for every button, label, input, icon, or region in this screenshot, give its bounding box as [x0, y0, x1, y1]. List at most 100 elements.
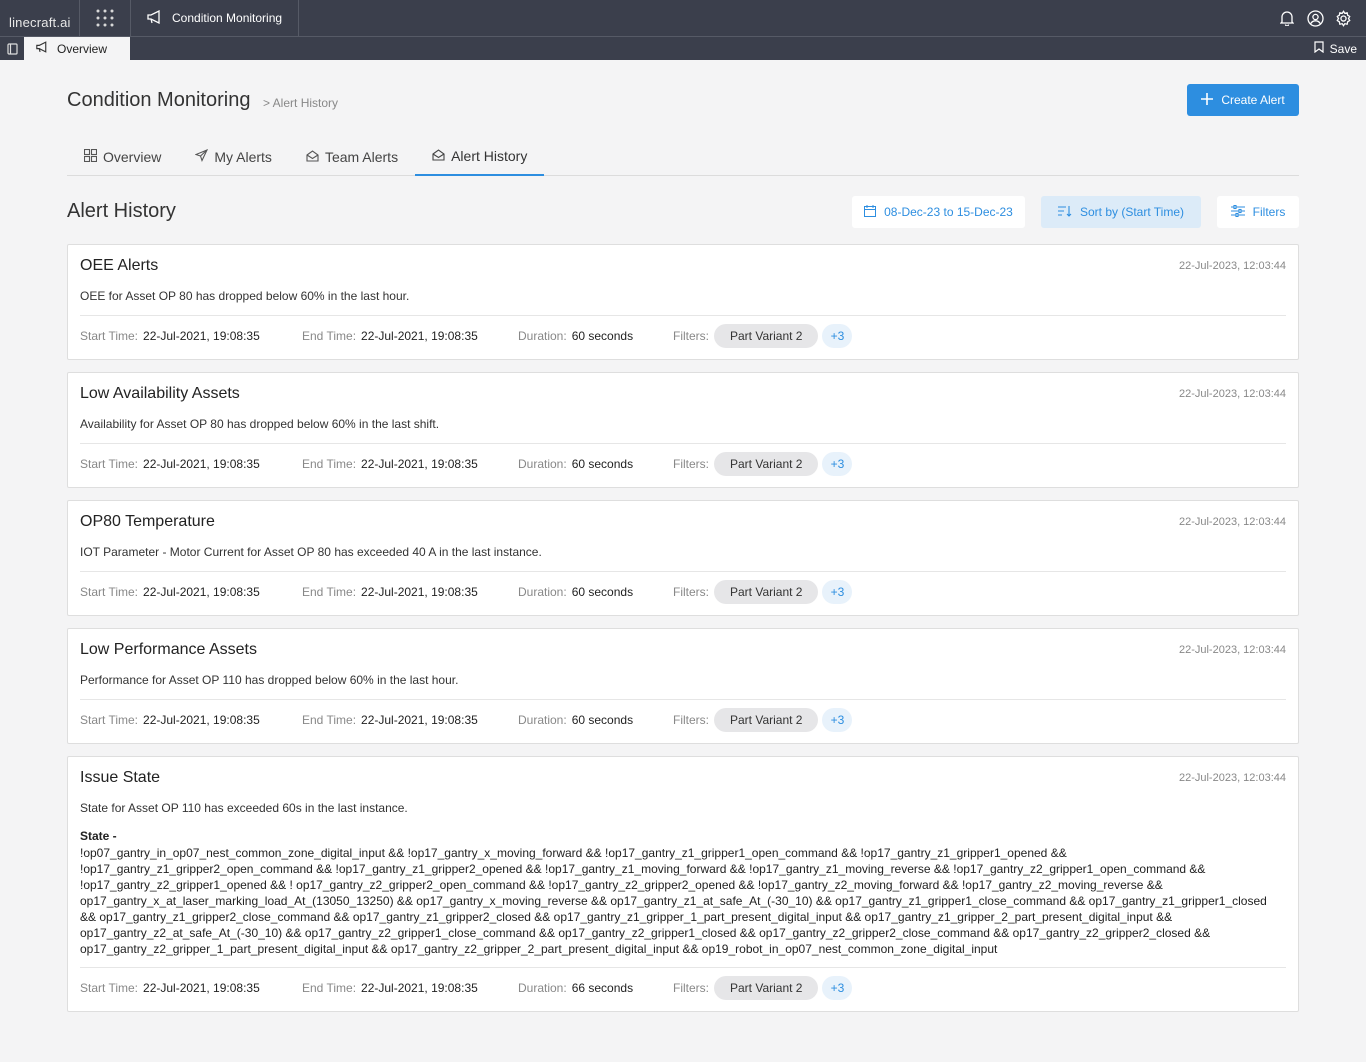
alert-timestamp: 22-Jul-2023, 12:03:44 [1178, 644, 1286, 656]
alert-card[interactable]: OEE Alerts 22-Jul-2023, 12:03:44 OEE for… [67, 244, 1299, 360]
alert-description: State for Asset OP 110 has exceeded 60s … [80, 801, 408, 815]
tab-team-alerts[interactable]: Team Alerts [289, 138, 415, 176]
end-time-value: 22-Jul-2021, 19:08:35 [361, 329, 478, 343]
filter-chip[interactable]: Part Variant 2 [714, 976, 819, 1000]
alert-title: OP80 Temperature [80, 513, 215, 530]
end-time-label: End Time: [302, 713, 357, 727]
app-title-tab[interactable]: Condition Monitoring [131, 0, 300, 36]
start-time-label: Start Time: [80, 713, 139, 727]
alert-title: Issue State [80, 769, 161, 786]
filters-meta-label: Filters: [673, 585, 709, 599]
create-alert-label: Create Alert [1221, 93, 1285, 107]
bell-icon[interactable] [1278, 9, 1296, 27]
envelope-icon [306, 149, 319, 165]
more-filters-badge[interactable]: +3 [822, 452, 853, 476]
alert-meta: Start Time: 22-Jul-2021, 19:08:35 End Tim… [80, 580, 853, 604]
date-range-button[interactable]: 08-Dec-23 to 15-Dec-23 [852, 196, 1025, 228]
duration-label: Duration: [518, 713, 567, 727]
alert-title: Low Availability Assets [80, 385, 240, 402]
alert-meta: Start Time: 22-Jul-2021, 19:08:35 End Tim… [80, 452, 853, 476]
filter-chip[interactable]: Part Variant 2 [714, 452, 819, 476]
more-filters-badge[interactable]: +3 [822, 580, 853, 604]
app-title: Condition Monitoring [172, 11, 283, 25]
alert-title: OEE Alerts [80, 257, 159, 274]
end-time-value: 22-Jul-2021, 19:08:35 [361, 457, 478, 471]
start-time-label: Start Time: [80, 981, 139, 995]
gear-icon[interactable] [1334, 9, 1352, 27]
state-label: State - [80, 829, 117, 843]
end-time-label: End Time: [302, 585, 357, 599]
divider [80, 967, 1286, 968]
calendar-icon [864, 204, 877, 220]
workspace-tab-label: Overview [57, 41, 108, 56]
bookmark-icon [1314, 41, 1324, 56]
alert-card[interactable]: Issue State 22-Jul-2023, 12:03:44 State … [67, 756, 1299, 1012]
date-range-label: 08-Dec-23 to 15-Dec-23 [884, 205, 1013, 219]
state-expression: !op07_gantry_in_op07_nest_common_zone_di… [80, 846, 1267, 956]
sliders-icon [1230, 204, 1245, 220]
tab-label: Alert History [451, 148, 528, 164]
start-time-value: 22-Jul-2021, 19:08:35 [143, 329, 260, 343]
filters-meta-label: Filters: [673, 457, 709, 471]
filter-chip[interactable]: Part Variant 2 [714, 708, 819, 732]
user-icon[interactable] [1306, 9, 1324, 27]
dashboard-icon [83, 148, 98, 165]
section-title: Alert History [67, 200, 176, 222]
app-launcher-icon[interactable] [80, 0, 131, 36]
tab-label: My Alerts [214, 149, 272, 165]
filters-button[interactable]: Filters [1217, 196, 1299, 228]
breadcrumb[interactable]: > Alert History [263, 96, 338, 110]
create-alert-button[interactable]: Create Alert [1187, 84, 1299, 116]
duration-label: Duration: [518, 981, 567, 995]
workspace-tab-bar: Overview Save [0, 36, 1366, 60]
alert-title: Low Performance Assets [80, 641, 257, 658]
envelope-icon [432, 148, 445, 164]
start-time-value: 22-Jul-2021, 19:08:35 [143, 457, 260, 471]
sort-button[interactable]: Sort by (Start Time) [1041, 196, 1201, 228]
end-time-value: 22-Jul-2021, 19:08:35 [361, 585, 478, 599]
send-icon [194, 148, 209, 165]
filter-chip[interactable]: Part Variant 2 [714, 580, 819, 604]
bookmark-panel-icon[interactable] [0, 37, 24, 60]
top-app-bar: linecraft.ai Condition Monitoring [0, 0, 1366, 36]
alert-meta: Start Time: 22-Jul-2021, 19:08:35 End Tim… [80, 324, 853, 348]
filter-chip[interactable]: Part Variant 2 [714, 324, 819, 348]
start-time-value: 22-Jul-2021, 19:08:35 [143, 713, 260, 727]
alert-timestamp: 22-Jul-2023, 12:03:44 [1178, 516, 1286, 528]
filters-meta-label: Filters: [673, 713, 709, 727]
view-tabs: Overview My Alerts Team Alerts Alert His… [67, 138, 1299, 176]
filters-meta-label: Filters: [673, 329, 709, 343]
alert-card[interactable]: OP80 Temperature 22-Jul-2023, 12:03:44 I… [67, 500, 1299, 616]
tab-overview[interactable]: Overview [67, 138, 178, 176]
more-filters-badge[interactable]: +3 [822, 976, 853, 1000]
tab-alert-history[interactable]: Alert History [415, 138, 545, 176]
more-filters-badge[interactable]: +3 [822, 708, 853, 732]
sort-label: Sort by (Start Time) [1079, 205, 1185, 219]
megaphone-icon [147, 9, 163, 27]
alert-description: Availability for Asset OP 80 has dropped… [80, 417, 440, 431]
start-time-value: 22-Jul-2021, 19:08:35 [143, 585, 260, 599]
save-button[interactable]: Save [1314, 41, 1366, 56]
alert-description: Performance for Asset OP 110 has dropped… [80, 673, 459, 687]
duration-value: 60 seconds [571, 457, 634, 471]
divider [80, 699, 1286, 700]
start-time-label: Start Time: [80, 585, 139, 599]
start-time-label: Start Time: [80, 457, 139, 471]
tab-my-alerts[interactable]: My Alerts [178, 138, 289, 176]
tab-label: Team Alerts [324, 149, 399, 165]
plus-icon [1201, 92, 1214, 108]
duration-label: Duration: [518, 457, 567, 471]
alert-meta: Start Time: 22-Jul-2021, 19:08:35 End Tim… [80, 708, 853, 732]
divider [80, 443, 1286, 444]
start-time-value: 22-Jul-2021, 19:08:35 [143, 981, 260, 995]
more-filters-badge[interactable]: +3 [822, 324, 853, 348]
start-time-label: Start Time: [80, 329, 139, 343]
duration-label: Duration: [518, 585, 567, 599]
workspace-tab-overview[interactable]: Overview [24, 37, 130, 60]
logo: linecraft.ai [0, 0, 80, 36]
duration-value: 60 seconds [571, 329, 634, 343]
alert-card[interactable]: Low Availability Assets 22-Jul-2023, 12:… [67, 372, 1299, 488]
alert-card[interactable]: Low Performance Assets 22-Jul-2023, 12:0… [67, 628, 1299, 744]
divider [80, 315, 1286, 316]
alert-timestamp: 22-Jul-2023, 12:03:44 [1178, 388, 1286, 400]
